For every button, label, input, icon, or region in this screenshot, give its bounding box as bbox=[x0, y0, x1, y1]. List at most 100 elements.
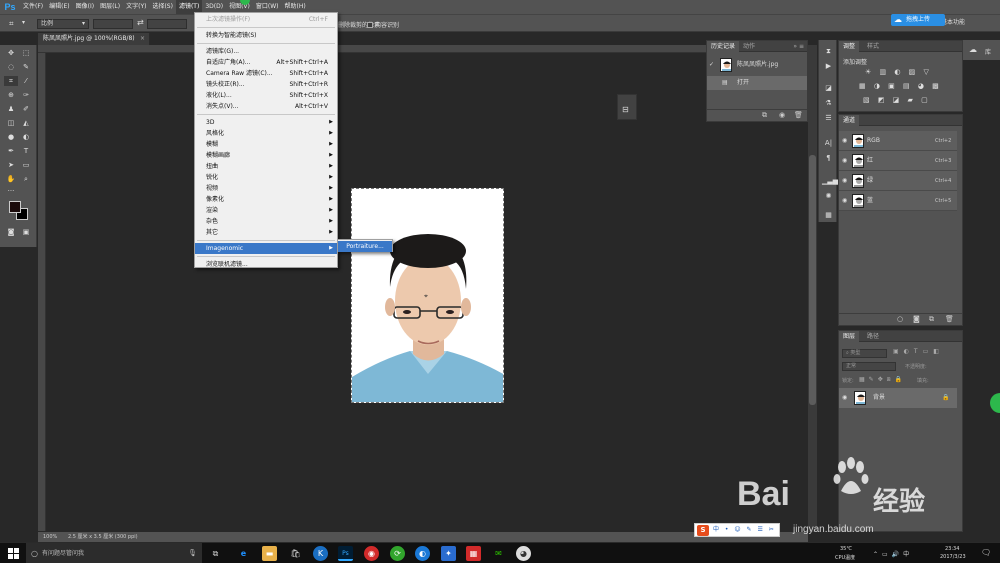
history-snapshot-row[interactable]: ✓ 陈凤凤照片.jpg bbox=[707, 56, 807, 74]
trash-icon[interactable]: 🗑 bbox=[794, 111, 803, 119]
workspace-select[interactable]: 基本功能 bbox=[938, 19, 996, 29]
eye-icon[interactable]: ◉ bbox=[842, 191, 847, 211]
rectangle-tool-icon[interactable]: ▭ bbox=[19, 160, 33, 170]
brush-settings-icon[interactable]: ✺ bbox=[822, 191, 835, 201]
tab-styles[interactable]: 样式 bbox=[863, 41, 883, 52]
path-select-tool-icon[interactable]: ➤ bbox=[4, 160, 18, 170]
history-step-row[interactable]: ▤ 打开 bbox=[707, 76, 807, 90]
filter-menu-item-18[interactable]: 像素化 ▶ bbox=[195, 194, 337, 205]
ratio-select[interactable]: 比例 ▾ bbox=[37, 19, 89, 29]
kugou-icon[interactable]: K bbox=[313, 546, 328, 561]
hand-tool-icon[interactable]: ✋ bbox=[4, 174, 18, 184]
save-selection-icon[interactable]: ◙ bbox=[913, 315, 920, 323]
layer-row-background[interactable]: ◉ 背景 🔒 bbox=[839, 388, 957, 408]
document-tab[interactable]: 陈凤凤照片.jpg @ 100%(RGB/8) × bbox=[38, 33, 150, 45]
zoom-level[interactable]: 100% bbox=[43, 532, 57, 542]
grid-panel-icon[interactable]: ▦ bbox=[822, 210, 835, 220]
menu-3[interactable]: 图层(L) bbox=[97, 0, 123, 14]
menu-2[interactable]: 图像(I) bbox=[73, 0, 97, 14]
filter-menu-item-7[interactable]: 镜头校正(R)... Shift+Ctrl+R bbox=[195, 79, 337, 90]
quick-select-tool-icon[interactable]: ✎ bbox=[19, 62, 33, 72]
properties-icon[interactable]: ⊟ bbox=[622, 105, 629, 114]
lock-icons[interactable]: ▦✎✥⧈🔒 bbox=[859, 376, 906, 384]
move-tool-icon[interactable]: ✥ bbox=[4, 48, 18, 58]
swatches-panel-icon[interactable]: ◪ bbox=[822, 83, 835, 93]
eye-icon[interactable]: ◉ bbox=[842, 388, 847, 408]
filter-menu-item-5[interactable]: 自适应广角(A)... Alt+Shift+Ctrl+A bbox=[195, 57, 337, 68]
edge-browser-icon[interactable]: e bbox=[236, 546, 251, 561]
filter-menu-item-16[interactable]: 锐化 ▶ bbox=[195, 172, 337, 183]
side-float-button[interactable] bbox=[990, 393, 1000, 413]
trash-icon[interactable]: 🗑 bbox=[945, 315, 954, 323]
pen-tool-icon[interactable]: ✒ bbox=[4, 146, 18, 156]
brush-tool-icon[interactable]: ✑ bbox=[19, 90, 33, 100]
collapse-icon[interactable]: » bbox=[793, 41, 797, 52]
channel-row-2[interactable]: ◉ 绿 Ctrl+4 bbox=[839, 171, 957, 191]
history-brush-tool-icon[interactable]: ✐ bbox=[19, 104, 33, 114]
filter-menu-item-12[interactable]: 风格化 ▶ bbox=[195, 128, 337, 139]
filter-menu-item-8[interactable]: 液化(L)... Shift+Ctrl+X bbox=[195, 90, 337, 101]
load-selection-icon[interactable]: ○ bbox=[897, 315, 903, 323]
clock-time[interactable]: 23:34 bbox=[945, 546, 959, 552]
portraiture-menu-item[interactable]: Portraiture... bbox=[338, 241, 392, 252]
menu-5[interactable]: 选择(S) bbox=[149, 0, 176, 14]
eye-icon[interactable]: ◉ bbox=[842, 171, 847, 191]
app-green-icon[interactable]: ⟳ bbox=[390, 546, 405, 561]
upload-button[interactable]: ☁ 拖拽上传 bbox=[891, 14, 945, 26]
blur-tool-icon[interactable]: ● bbox=[4, 132, 18, 142]
paint-bucket-tool-icon[interactable]: ◭ bbox=[19, 118, 33, 128]
history-panel-icon[interactable]: ⧗ bbox=[822, 46, 835, 56]
histogram-panel-icon[interactable]: ▁▃▅ bbox=[822, 176, 838, 186]
taskbar-search[interactable]: ○ 有问题尽管问我 🎙 bbox=[26, 543, 202, 563]
tab-history[interactable]: 历史记录 bbox=[707, 41, 740, 52]
layer-filter-select[interactable]: ⌕ 类型 bbox=[842, 349, 887, 358]
filter-menu-item-2[interactable]: 转换为智能滤镜(S) bbox=[195, 30, 337, 41]
filter-menu-item-20[interactable]: 杂色 ▶ bbox=[195, 216, 337, 227]
app-red-square-icon[interactable]: ▦ bbox=[466, 546, 481, 561]
filter-menu-item-25[interactable]: 浏览联机滤镜... bbox=[195, 259, 337, 270]
width-input[interactable] bbox=[93, 19, 133, 29]
filter-menu-item-6[interactable]: Camera Raw 滤镜(C)... Shift+Ctrl+A bbox=[195, 68, 337, 79]
layer-filter-icons[interactable]: ▣◐T▭◧ bbox=[893, 348, 944, 355]
camera-icon[interactable]: ◉ bbox=[779, 111, 785, 119]
panel-menu-icon[interactable]: ≡ bbox=[799, 41, 804, 52]
store-icon[interactable]: 🛍 bbox=[288, 546, 303, 561]
tab-channels[interactable]: 通道 bbox=[839, 115, 860, 126]
eraser-tool-icon[interactable]: ◫ bbox=[4, 118, 18, 128]
eye-icon[interactable]: ◉ bbox=[842, 131, 847, 151]
dodge-tool-icon[interactable]: ◐ bbox=[19, 132, 33, 142]
more-tools-icon[interactable]: ··· bbox=[4, 186, 18, 196]
height-input[interactable] bbox=[147, 19, 187, 29]
scrollbar-thumb[interactable] bbox=[809, 155, 816, 405]
tab-actions[interactable]: 动作 bbox=[739, 41, 759, 52]
channel-row-3[interactable]: ◉ 蓝 Ctrl+5 bbox=[839, 191, 957, 211]
windows-start-icon[interactable] bbox=[8, 548, 20, 560]
chevron-down-icon[interactable]: ▾ bbox=[22, 19, 25, 26]
properties-panel-icon[interactable]: ☰ bbox=[822, 113, 835, 123]
adjustment-icons-row-3[interactable]: ▧ ◩ ◪ ▰ ▢ bbox=[863, 96, 931, 104]
screen-mode-icon[interactable]: ▣ bbox=[19, 227, 33, 237]
blend-mode-select[interactable]: 正常 bbox=[842, 362, 896, 371]
adjustment-icons-row-2[interactable]: ▦ ◑ ▣ ▤ ◕ ▩ bbox=[859, 82, 942, 90]
file-explorer-icon[interactable]: ▬ bbox=[262, 546, 277, 561]
libraries-label[interactable]: 库 bbox=[985, 47, 991, 56]
notification-icon[interactable]: 🗨 bbox=[981, 548, 991, 557]
new-document-from-state-icon[interactable]: ⧉ bbox=[762, 111, 767, 120]
wechat-icon[interactable]: ✉ bbox=[491, 546, 506, 561]
menu-4[interactable]: 文字(Y) bbox=[123, 0, 149, 14]
stamp-tool-icon[interactable]: ♟ bbox=[4, 104, 18, 114]
clock-date[interactable]: 2017/3/23 bbox=[940, 554, 966, 560]
microphone-icon[interactable]: 🎙 bbox=[188, 543, 197, 563]
tab-layers[interactable]: 图层 bbox=[839, 331, 860, 342]
crop-tool-icon[interactable]: ⌗ bbox=[4, 76, 18, 86]
paragraph-panel-icon[interactable]: ¶ bbox=[822, 153, 835, 163]
tab-adjustments[interactable]: 调整 bbox=[839, 41, 860, 52]
app-red-icon[interactable]: ◉ bbox=[364, 546, 379, 561]
filter-menu-item-4[interactable]: 滤镜库(G)... bbox=[195, 46, 337, 57]
libraries-icon[interactable]: ☁ bbox=[969, 45, 977, 54]
foreground-color-swatch[interactable] bbox=[9, 201, 21, 213]
filter-menu-item-23[interactable]: Imagenomic ▶ bbox=[195, 243, 337, 254]
tray-icons[interactable]: ⌃▭🔊中 bbox=[873, 549, 913, 558]
type-tool-icon[interactable]: T bbox=[19, 146, 33, 156]
crop-tool-icon[interactable]: ⌗ bbox=[9, 19, 14, 29]
